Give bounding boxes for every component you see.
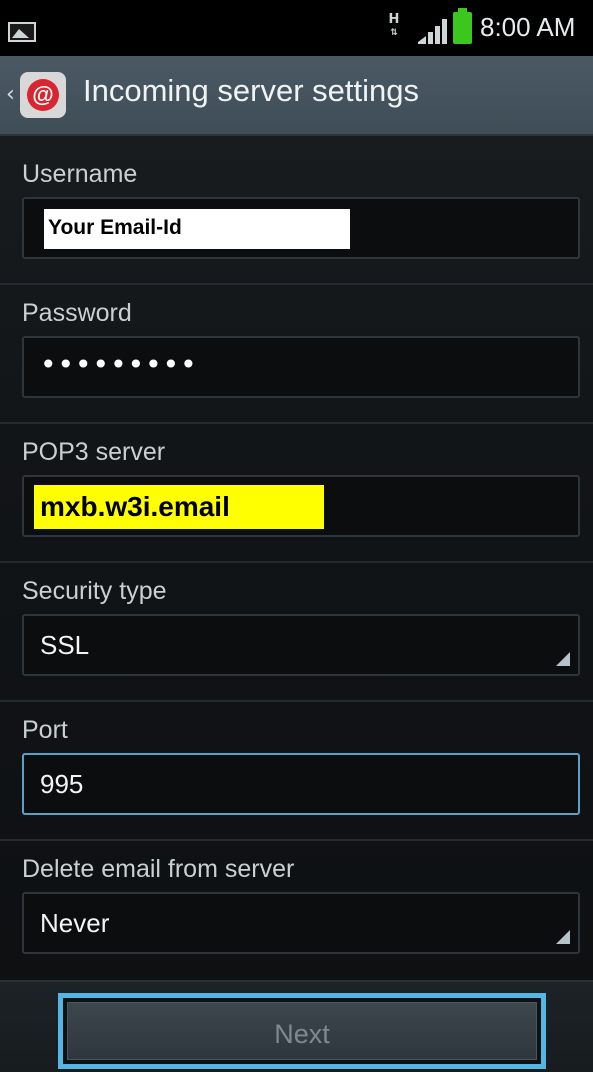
page-title: Incoming server settings	[83, 73, 419, 108]
delete-email-value: Never	[40, 908, 110, 938]
signal-icon	[418, 19, 447, 44]
delete-email-select[interactable]: Never	[22, 892, 580, 954]
status-bar: H ⇅ 8:00 AM	[0, 0, 593, 56]
port-label: Port	[22, 716, 68, 744]
username-value: Your Email-Id	[44, 209, 350, 249]
pop3-server-label: POP3 server	[22, 438, 166, 466]
email-app-icon[interactable]: @	[20, 72, 66, 118]
dropdown-corner-icon	[556, 930, 570, 944]
status-time: 8:00 AM	[480, 12, 576, 42]
network-type-label: H	[388, 12, 400, 27]
divider	[0, 561, 593, 563]
pop3-server-field[interactable]: mxb.w3i.email	[22, 475, 580, 537]
divider	[0, 422, 593, 424]
password-label: Password	[22, 299, 132, 327]
port-value: 995	[40, 769, 84, 799]
action-bar: ‹ @ Incoming server settings	[0, 56, 593, 136]
delete-email-label: Delete email from server	[22, 855, 295, 883]
security-type-select[interactable]: SSL	[22, 614, 580, 676]
username-field[interactable]: Your Email-Id	[22, 197, 580, 259]
battery-icon	[453, 8, 472, 44]
hspa-icon: H ⇅	[388, 12, 400, 38]
divider	[0, 283, 593, 285]
password-field[interactable]: •••••••••	[22, 336, 580, 398]
gallery-notification-icon	[8, 22, 36, 42]
next-button-label: Next	[67, 1002, 537, 1060]
pop3-server-value: mxb.w3i.email	[34, 485, 324, 529]
security-type-value: SSL	[40, 630, 90, 660]
screen: H ⇅ 8:00 AM ‹ @ Incoming server settings…	[0, 0, 593, 1072]
username-label: Username	[22, 160, 138, 188]
dropdown-corner-icon	[556, 652, 570, 666]
divider	[0, 839, 593, 841]
password-value: •••••••••	[40, 348, 198, 381]
security-type-label: Security type	[22, 577, 167, 605]
at-sign-icon: @	[27, 79, 59, 111]
next-button[interactable]: Next	[58, 993, 546, 1069]
port-field[interactable]: 995	[22, 753, 580, 815]
divider	[0, 700, 593, 702]
back-chevron-icon[interactable]: ‹	[6, 82, 15, 107]
